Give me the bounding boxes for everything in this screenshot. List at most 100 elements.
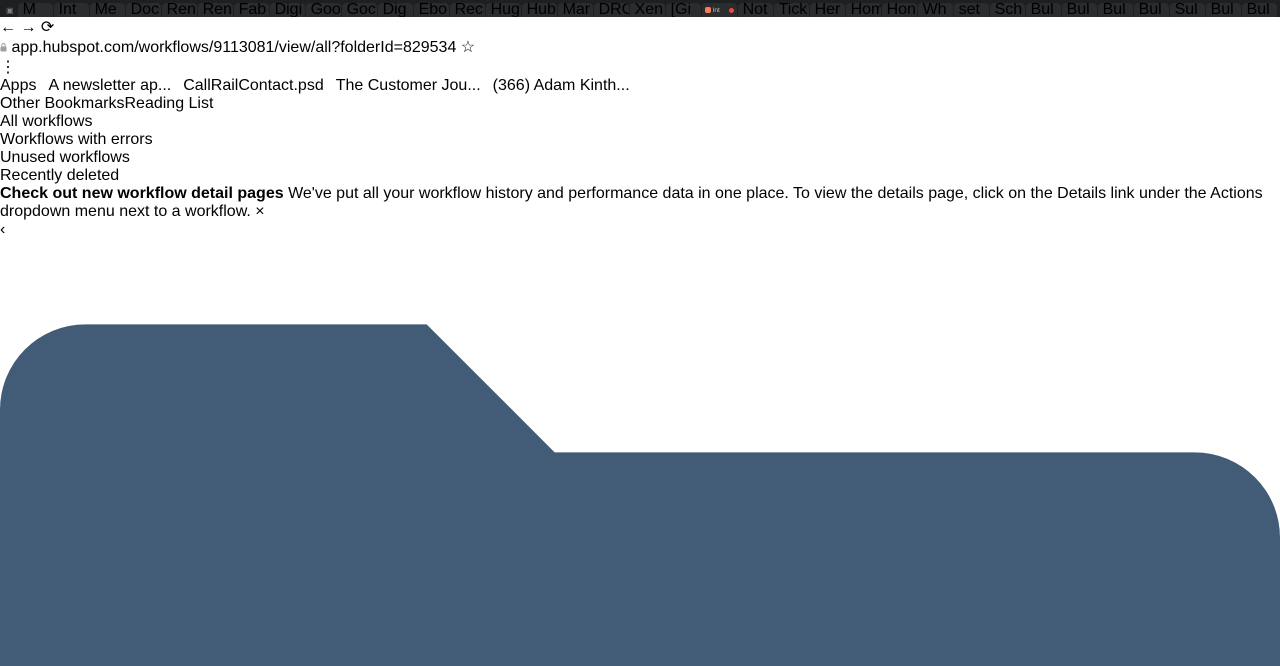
tab-label: Goc <box>346 3 376 17</box>
browser-tab[interactable]: Doc <box>125 3 161 17</box>
tab-label: Hon <box>886 3 916 17</box>
tab-unused-workflows[interactable]: Unused workflows <box>0 149 1280 167</box>
tab-label: Fab <box>238 3 267 17</box>
bookmark-item[interactable]: (366) Adam Kinth... <box>493 77 630 95</box>
tab-label: Bul <box>1246 3 1270 17</box>
back-icon[interactable]: ← <box>0 19 16 36</box>
bookmark-item[interactable]: Reading List <box>124 95 213 112</box>
browser-tab[interactable]: Ren <box>197 3 233 17</box>
browser-tab[interactable]: Ebo <box>413 3 449 17</box>
tab-label: Ren <box>166 3 196 17</box>
tab-label: Not <box>742 3 768 17</box>
tab-workflows-with-errors[interactable]: Workflows with errors <box>0 131 1280 149</box>
browser-tab[interactable]: [Gi <box>665 3 701 17</box>
browser-tab[interactable]: Tick <box>773 3 809 17</box>
tab-label: Hug <box>490 3 520 17</box>
browser-tab[interactable]: Ren <box>161 3 197 17</box>
recording-dot <box>728 7 734 13</box>
tab-label: Dig <box>382 3 407 17</box>
bookmarks-right: Other BookmarksReading List <box>0 95 1280 113</box>
tab-label: Tick <box>778 3 808 17</box>
browser-tab[interactable]: Mar <box>557 3 593 17</box>
tab-label: Sul <box>1174 3 1198 17</box>
browser-tab[interactable]: Goo <box>305 3 341 17</box>
browser-tab[interactable]: Hom <box>845 3 881 17</box>
bookmark-item[interactable]: A newsletter ap... <box>48 77 171 95</box>
tab-recently-deleted[interactable]: Recently deleted <box>0 167 1280 185</box>
tab-label: set <box>958 3 980 17</box>
tab-label: Hom <box>850 3 881 17</box>
tab-label: Int <box>58 3 77 17</box>
tab-label: Int <box>712 6 720 14</box>
tab-label: Bul <box>1102 3 1126 17</box>
banner-title: Check out new workflow detail pages <box>0 185 284 202</box>
tab-label: M <box>22 3 36 17</box>
browser-tab[interactable]: Dig <box>377 3 413 17</box>
bookmark-star-icon[interactable]: ☆ <box>461 39 475 56</box>
browser-tab[interactable]: Hub <box>521 3 557 17</box>
tab-label: [Gi <box>670 3 692 17</box>
browser-tab[interactable]: M <box>17 3 53 17</box>
browser-tab[interactable]: Int <box>53 3 89 17</box>
browser-tab[interactable]: Sch <box>989 3 1025 17</box>
tab-label: Hub <box>526 3 556 17</box>
close-icon[interactable]: × <box>255 203 264 220</box>
browser-tab[interactable]: Rec <box>449 3 485 17</box>
browser-tab[interactable]: Not <box>737 3 773 17</box>
browser-tab[interactable]: Wh <box>917 3 953 17</box>
browser-menu-icon[interactable]: ⋮ <box>0 59 16 76</box>
window-icon: ▣ <box>6 6 14 15</box>
tab-label: Mar <box>562 3 591 17</box>
browser-tab[interactable]: Bul <box>1205 3 1241 17</box>
browser-tab[interactable]: Xen <box>629 3 665 17</box>
folder-icon <box>0 324 1280 666</box>
browser-tab[interactable]: Fab <box>233 3 269 17</box>
forward-icon[interactable]: → <box>20 19 36 36</box>
info-banner: Check out new workflow detail pages We'v… <box>0 185 1280 221</box>
tab-all-workflows[interactable]: All workflows <box>0 113 1280 131</box>
bookmark-item[interactable]: CallRailContact.psd <box>183 77 324 95</box>
browser-tab[interactable]: Me <box>89 3 125 17</box>
tab-label: Ren <box>202 3 232 17</box>
tab-favicon <box>704 7 711 13</box>
browser-tab[interactable]: DRC <box>593 3 629 17</box>
tab-label: Rec <box>454 3 484 17</box>
tab-label: Bul <box>1066 3 1090 17</box>
tab-label: Sch <box>994 3 1023 17</box>
browser-toolbar: ← → ⟳ app.hubspot.com/workflows/9113081/… <box>0 17 1280 77</box>
browser-tab[interactable]: Bul <box>1025 3 1061 17</box>
browser-tab-strip: ▣ M Int Me Doc Ren Ren Fab Digi Goo Goc Dig Ebo Rec H… <box>0 0 1280 17</box>
tab-label: Wh <box>922 3 947 17</box>
hs-tabs: All workflows Workflows with errors Unused… <box>0 113 1280 185</box>
back-button[interactable]: ‹ <box>0 221 1280 239</box>
browser-tab[interactable]: Bul <box>1133 3 1169 17</box>
browser-tab[interactable]: Bul <box>1061 3 1097 17</box>
title-row: ‹ Hiring Workflows <box>0 221 1280 666</box>
browser-tab[interactable]: Bul <box>1241 3 1277 17</box>
url-text: app.hubspot.com/workflows/9113081/view/a… <box>11 39 457 56</box>
browser-tab[interactable]: Hon <box>881 3 917 17</box>
tab-label: Goo <box>310 3 341 17</box>
browser-tab[interactable]: Sul <box>1169 3 1205 17</box>
address-bar[interactable]: app.hubspot.com/workflows/9113081/view/a… <box>0 37 1280 57</box>
browser-tab[interactable]: Her <box>809 3 845 17</box>
browser-tab[interactable]: Bul <box>1097 3 1133 17</box>
tab-label: Bul <box>1138 3 1162 17</box>
browser-tab[interactable]: set <box>953 3 989 17</box>
bookmark-item[interactable]: Apps <box>0 77 36 95</box>
browser-tab[interactable]: Goc <box>341 3 377 17</box>
tab-label: Bul <box>1210 3 1234 17</box>
browser-tab[interactable]: Hug <box>485 3 521 17</box>
browser-tab[interactable]: Int <box>701 3 737 17</box>
tab-label: Me <box>94 3 117 17</box>
tab-label: Doc <box>130 3 160 17</box>
tab-label: Xen <box>634 3 664 17</box>
bookmarks-bar: Apps A newsletter ap... CallRailContact.ps… <box>0 77 1280 113</box>
reload-icon[interactable]: ⟳ <box>41 19 54 36</box>
tab-label: Her <box>814 3 841 17</box>
browser-tab[interactable]: Digi <box>269 3 305 17</box>
tab-label: Digi <box>274 3 303 17</box>
lock-icon <box>0 43 7 52</box>
bookmark-item[interactable]: The Customer Jou... <box>336 77 481 95</box>
bookmark-item[interactable]: Other Bookmarks <box>0 95 124 112</box>
